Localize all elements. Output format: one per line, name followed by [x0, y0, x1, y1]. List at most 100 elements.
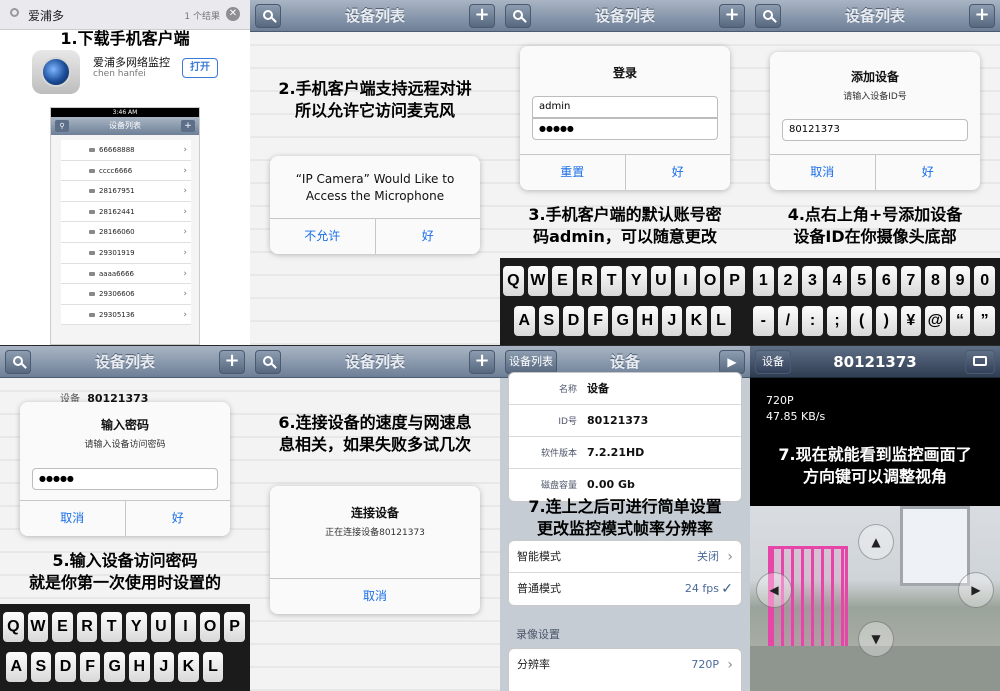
keyboard-key[interactable]: E — [52, 612, 73, 642]
keyboard-key[interactable]: D — [563, 306, 584, 336]
keyboard-key[interactable]: U — [650, 266, 672, 296]
keyboard-key[interactable]: R — [76, 612, 98, 642]
keyboard-key[interactable]: L — [202, 652, 224, 682]
keyboard-key[interactable]: P — [224, 612, 245, 642]
resolution-row[interactable]: 分辨率 720P › — [509, 649, 741, 681]
keyboard-key[interactable]: A — [6, 652, 27, 682]
keyboard-key[interactable]: K — [686, 306, 707, 336]
pan-right-control[interactable]: ▶ — [958, 572, 994, 608]
app-icon[interactable] — [32, 50, 80, 94]
keyboard-key[interactable]: / — [777, 306, 799, 336]
keyboard-key[interactable]: H — [128, 652, 150, 682]
device-password-input[interactable]: ●●●●● — [32, 468, 218, 490]
open-app-button[interactable]: 打开 — [182, 58, 218, 78]
add-device-button[interactable]: + — [219, 350, 245, 374]
keyboard-key[interactable]: S — [538, 306, 560, 336]
keyboard-key[interactable]: Y — [625, 266, 647, 296]
monitor-mode-table: 智能模式 关闭 › 普通模式 24 fps ✓ — [508, 540, 742, 606]
keyboard-key[interactable]: O — [199, 612, 221, 642]
allow-button[interactable]: 好 — [374, 219, 481, 254]
keyboard-key[interactable]: I — [675, 266, 696, 296]
mini-device-row[interactable]: 66668888 › — [61, 140, 191, 161]
settings-row[interactable]: 普通模式 24 fps ✓ — [509, 573, 741, 605]
app-store-search-bar[interactable]: 爱浦多 1 个结果 ✕ — [0, 0, 250, 30]
keyboard-key[interactable]: G — [104, 652, 125, 682]
mini-device-row[interactable]: 29301919 › — [61, 242, 191, 264]
pan-down-control[interactable]: ▼ — [858, 621, 894, 657]
add-device-button[interactable]: + — [469, 350, 495, 374]
keyboard-key[interactable]: J — [661, 306, 683, 336]
mini-device-row[interactable]: 28162441 › — [61, 201, 191, 223]
keyboard-key[interactable]: O — [699, 266, 721, 296]
username-input[interactable]: admin — [532, 96, 718, 118]
ok-button[interactable]: 好 — [874, 155, 981, 190]
mini-device-row[interactable]: 28166060 › — [61, 222, 191, 243]
password-input[interactable]: ●●●●● — [532, 118, 718, 140]
keyboard-key[interactable]: D — [55, 652, 76, 682]
keyboard-key[interactable]: U — [150, 612, 172, 642]
keyboard-key[interactable]: 9 — [949, 266, 971, 296]
keyboard-key[interactable]: R — [576, 266, 598, 296]
keyboard-key[interactable]: 7 — [900, 266, 922, 296]
keyboard-key[interactable]: P — [724, 266, 745, 296]
mini-device-row[interactable]: cccc6666 › — [61, 160, 191, 182]
keyboard-key[interactable]: ( — [851, 306, 872, 336]
add-device-button[interactable]: + — [969, 4, 995, 28]
pan-left-control[interactable]: ◀ — [756, 572, 792, 608]
keyboard-key[interactable]: L — [710, 306, 732, 336]
keyboard-key[interactable]: ¥ — [900, 306, 922, 336]
keyboard-key[interactable]: 6 — [875, 266, 897, 296]
mini-device-row[interactable]: 28167951 › — [61, 181, 191, 202]
snapshot-button[interactable] — [965, 350, 995, 374]
keyboard-key[interactable]: 8 — [925, 266, 946, 296]
keyboard-key[interactable]: S — [30, 652, 52, 682]
keyboard-key[interactable]: : — [802, 306, 823, 336]
keyboard-key[interactable]: - — [753, 306, 774, 336]
cancel-button[interactable]: 取消 — [20, 501, 125, 536]
cancel-button[interactable]: 取消 — [770, 155, 875, 190]
keyboard-key[interactable]: F — [79, 652, 101, 682]
cancel-button[interactable]: 取消 — [270, 579, 480, 614]
keyboard-key[interactable]: ) — [875, 306, 897, 336]
keyboard-key[interactable]: T — [601, 266, 622, 296]
keyboard-key[interactable]: Q — [503, 266, 524, 296]
keyboard-key[interactable]: I — [175, 612, 196, 642]
keyboard-key[interactable]: @ — [925, 306, 946, 336]
keyboard-key[interactable]: Q — [3, 612, 24, 642]
keyboard-key[interactable]: “ — [949, 306, 971, 336]
keyboard-key[interactable]: ” — [974, 306, 995, 336]
add-device-button[interactable]: + — [469, 4, 495, 28]
keyboard-key[interactable]: G — [612, 306, 633, 336]
ok-button[interactable]: 好 — [124, 501, 231, 536]
keyboard-key[interactable]: 2 — [777, 266, 799, 296]
keyboard-key[interactable]: A — [514, 306, 535, 336]
mini-device-row[interactable]: 29305136 › — [61, 304, 191, 326]
reset-button[interactable]: 重置 — [520, 155, 625, 190]
keyboard-key[interactable]: J — [153, 652, 175, 682]
keyboard-key[interactable]: K — [178, 652, 199, 682]
keyboard-key[interactable]: 4 — [826, 266, 848, 296]
camera-feed[interactable]: ▲ ▼ ◀ ▶ — [750, 506, 1000, 691]
keyboard-key[interactable]: W — [27, 612, 49, 642]
keyboard-key[interactable]: 1 — [753, 266, 774, 296]
keyboard-key[interactable]: 0 — [974, 266, 995, 296]
settings-row[interactable]: 智能模式 关闭 › — [509, 541, 741, 573]
keyboard-key[interactable]: Y — [125, 612, 147, 642]
mini-device-row[interactable]: 29306606 › — [61, 284, 191, 305]
pan-up-control[interactable]: ▲ — [858, 524, 894, 560]
keyboard-key[interactable]: W — [527, 266, 549, 296]
keyboard-key[interactable]: ; — [826, 306, 848, 336]
clear-icon[interactable]: ✕ — [226, 7, 240, 21]
keyboard-key[interactable]: 5 — [851, 266, 872, 296]
add-device-button[interactable]: + — [719, 4, 745, 28]
device-id-input[interactable]: 80121373 — [782, 119, 968, 141]
keyboard-key[interactable]: T — [101, 612, 122, 642]
keyboard-key[interactable]: 3 — [802, 266, 823, 296]
keyboard-key[interactable]: E — [552, 266, 573, 296]
deny-button[interactable]: 不允许 — [270, 219, 375, 254]
mini-device-row[interactable]: aaaa6666 › — [61, 263, 191, 285]
keyboard-key[interactable]: F — [587, 306, 609, 336]
ok-button[interactable]: 好 — [624, 155, 731, 190]
play-button[interactable]: ▶ — [719, 350, 745, 374]
keyboard-key[interactable]: H — [636, 306, 658, 336]
